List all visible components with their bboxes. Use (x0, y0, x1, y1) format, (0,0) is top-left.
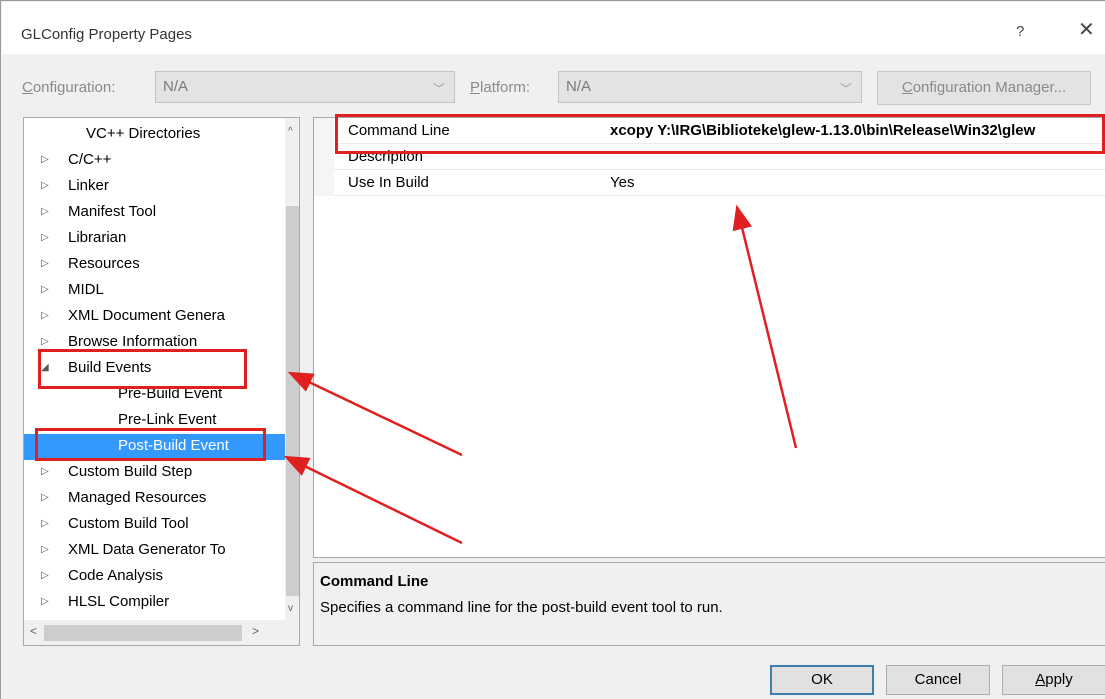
tree-item[interactable]: ▷ Resources (24, 252, 286, 278)
tree-item-label: Resources (68, 255, 140, 272)
tree-item-label: Librarian (68, 229, 127, 246)
tree-item-label: Managed Resources (68, 489, 207, 506)
tree-item[interactable]: VC++ Directories (24, 122, 286, 148)
chevron-down-icon: ﹀ (839, 82, 852, 96)
tree-item-label: XML Document Genera (68, 307, 226, 324)
horizontal-scrollbar[interactable]: < > (24, 620, 299, 645)
scroll-left-icon[interactable]: < (30, 624, 37, 638)
scroll-thumb[interactable] (44, 625, 242, 641)
title-bar: GLConfig Property Pages ? ✕ (2, 2, 1105, 54)
tree-item[interactable]: ▷ C/C++ (24, 148, 286, 174)
expand-icon[interactable]: ▷ (41, 148, 49, 172)
window-title: GLConfig Property Pages (21, 26, 192, 43)
annotation-box-build-events (38, 349, 247, 389)
tree-item[interactable]: ▷ Custom Build Step (24, 460, 286, 486)
tree-item-label: Custom Build Tool (68, 515, 189, 532)
tree-item-label: C/C++ (68, 151, 112, 168)
scroll-thumb[interactable] (286, 206, 299, 596)
expand-icon[interactable]: ▷ (41, 252, 49, 276)
platform-select[interactable]: N/A ﹀ (558, 71, 862, 103)
description-panel: Command Line Specifies a command line fo… (313, 562, 1105, 646)
tree-item-label: Linker (68, 177, 109, 194)
tree-item[interactable]: ▷ Linker (24, 174, 286, 200)
tree-item-label: HLSL Compiler (68, 593, 170, 610)
tree-item-label: VC++ Directories (86, 125, 201, 142)
tree-item[interactable]: ▷ MIDL (24, 278, 286, 304)
configuration-select[interactable]: N/A ﹀ (155, 71, 455, 103)
cancel-button[interactable]: Cancel (886, 665, 990, 695)
expand-icon[interactable]: ▷ (41, 278, 49, 302)
chevron-down-icon: ﹀ (432, 82, 445, 96)
annotation-box-post-build (35, 428, 266, 461)
tree-item[interactable]: ▷ Manifest Tool (24, 200, 286, 226)
tree-item-label: XML Data Generator To (68, 541, 226, 558)
tree-item[interactable]: ▷ Code Analysis (24, 564, 286, 590)
expand-icon[interactable]: ▷ (41, 226, 49, 250)
expand-icon[interactable]: ▷ (41, 590, 49, 614)
expand-icon[interactable]: ▷ (41, 304, 49, 328)
platform-label: Platform: (470, 79, 531, 96)
scroll-down-icon[interactable]: v (288, 603, 293, 614)
description-title: Command Line (320, 573, 429, 590)
expand-icon[interactable]: ▷ (41, 512, 49, 536)
tree-item[interactable]: ▷ HLSL Compiler (24, 590, 286, 616)
ok-button[interactable]: OK (770, 665, 874, 695)
scroll-right-icon[interactable]: > (252, 624, 259, 638)
expand-icon[interactable]: ▷ (41, 486, 49, 510)
tree-item-label: Manifest Tool (68, 203, 157, 220)
tree-item-label: Custom Build Step (68, 463, 193, 480)
expand-icon[interactable]: ▷ (41, 200, 49, 224)
tree-item[interactable]: ▷ XML Document Genera (24, 304, 286, 330)
tree-item[interactable]: ▷ Librarian (24, 226, 286, 252)
tree-item[interactable]: ▷ Custom Build Tool (24, 512, 286, 538)
scroll-up-icon[interactable]: ^ (288, 126, 293, 137)
configuration-manager-button[interactable]: Configuration Manager... (877, 71, 1091, 105)
property-grid: Command Line xcopy Y:\IRG\Biblioteke\gle… (313, 117, 1105, 558)
property-value[interactable]: Yes (610, 174, 634, 191)
tree-item-label: Code Analysis (68, 567, 164, 584)
close-icon[interactable]: ✕ (1078, 20, 1095, 40)
tree-item[interactable]: ▷ Managed Resources (24, 486, 286, 512)
expand-icon[interactable]: ▷ (41, 460, 49, 484)
annotation-box-command-line (335, 114, 1105, 154)
tree-item[interactable]: ▷ XML Data Generator To (24, 538, 286, 564)
help-button[interactable]: ? (1016, 23, 1024, 40)
property-name: Use In Build (348, 174, 429, 191)
property-row-use-in-build[interactable]: Use In Build Yes (314, 170, 1105, 196)
expand-icon[interactable]: ▷ (41, 538, 49, 562)
platform-value: N/A (566, 78, 592, 95)
vertical-scrollbar[interactable]: ^ v (285, 118, 299, 620)
tree-item-label: MIDL (68, 281, 104, 298)
configuration-label: Configuration: (22, 79, 116, 96)
configuration-value: N/A (163, 78, 189, 95)
apply-button[interactable]: Apply (1002, 665, 1105, 695)
description-text: Specifies a command line for the post-bu… (320, 599, 723, 616)
expand-icon[interactable]: ▷ (41, 174, 49, 198)
expand-icon[interactable]: ▷ (41, 564, 49, 588)
